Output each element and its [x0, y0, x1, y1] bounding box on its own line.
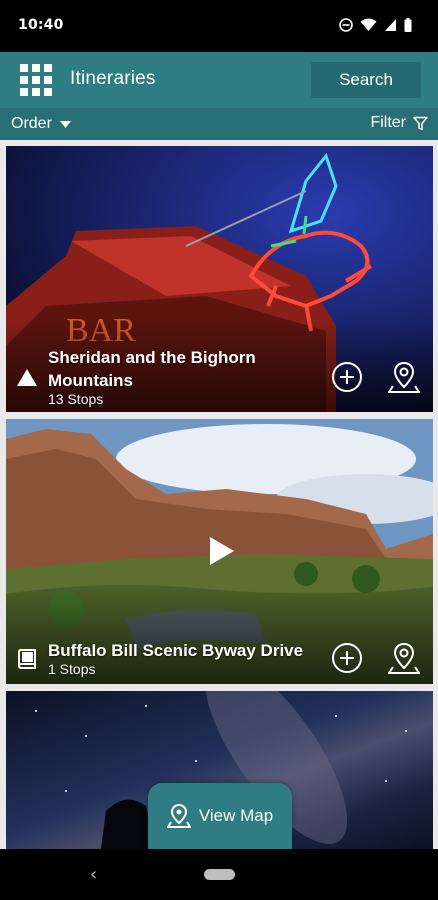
order-dropdown[interactable]: Order	[11, 115, 71, 133]
back-icon[interactable]: ‹	[90, 864, 97, 885]
home-pill[interactable]	[204, 869, 235, 880]
app-bar: Itineraries Search	[0, 52, 438, 108]
system-nav-bar: ‹	[0, 849, 438, 900]
add-circle-icon[interactable]	[331, 361, 363, 393]
card-title: Buffalo Bill Scenic Byway Drive	[48, 641, 304, 660]
view-map-label: View Map	[198, 806, 274, 825]
add-circle-icon[interactable]	[331, 642, 363, 674]
order-label: Order	[11, 115, 52, 132]
itinerary-card[interactable]: Buffalo Bill Scenic Byway Drive 1 Stops	[6, 419, 433, 684]
book-icon	[17, 649, 36, 669]
list-toolbar: Order Filter	[0, 108, 438, 140]
caret-down-icon	[59, 120, 71, 128]
status-time: 10:40	[18, 17, 64, 33]
status-bar: 10:40	[0, 0, 438, 52]
itinerary-card[interactable]: BAR Sheridan and the Bighorn Mountains 1…	[6, 146, 433, 412]
signal-icon	[385, 19, 396, 31]
battery-icon	[404, 18, 412, 32]
do-not-disturb-icon	[339, 18, 353, 32]
wifi-icon	[360, 18, 377, 31]
menu-grid-icon[interactable]	[20, 64, 52, 96]
filter-button[interactable]: Filter	[370, 114, 428, 132]
play-icon[interactable]	[202, 533, 238, 569]
status-icons	[339, 18, 412, 32]
view-map-button[interactable]: View Map	[148, 783, 292, 849]
map-pin-icon[interactable]	[388, 360, 420, 394]
mountain-icon	[17, 369, 37, 386]
filter-icon	[413, 116, 428, 130]
filter-label: Filter	[370, 114, 406, 131]
page-title: Itineraries	[70, 68, 156, 89]
search-button[interactable]: Search	[311, 62, 421, 98]
card-title: Sheridan and the Bighorn Mountains	[48, 348, 256, 390]
map-pin-icon	[166, 803, 191, 828]
card-stops: 13 Stops	[48, 391, 104, 407]
map-pin-icon[interactable]	[388, 641, 420, 675]
card-stops: 1 Stops	[48, 661, 96, 677]
